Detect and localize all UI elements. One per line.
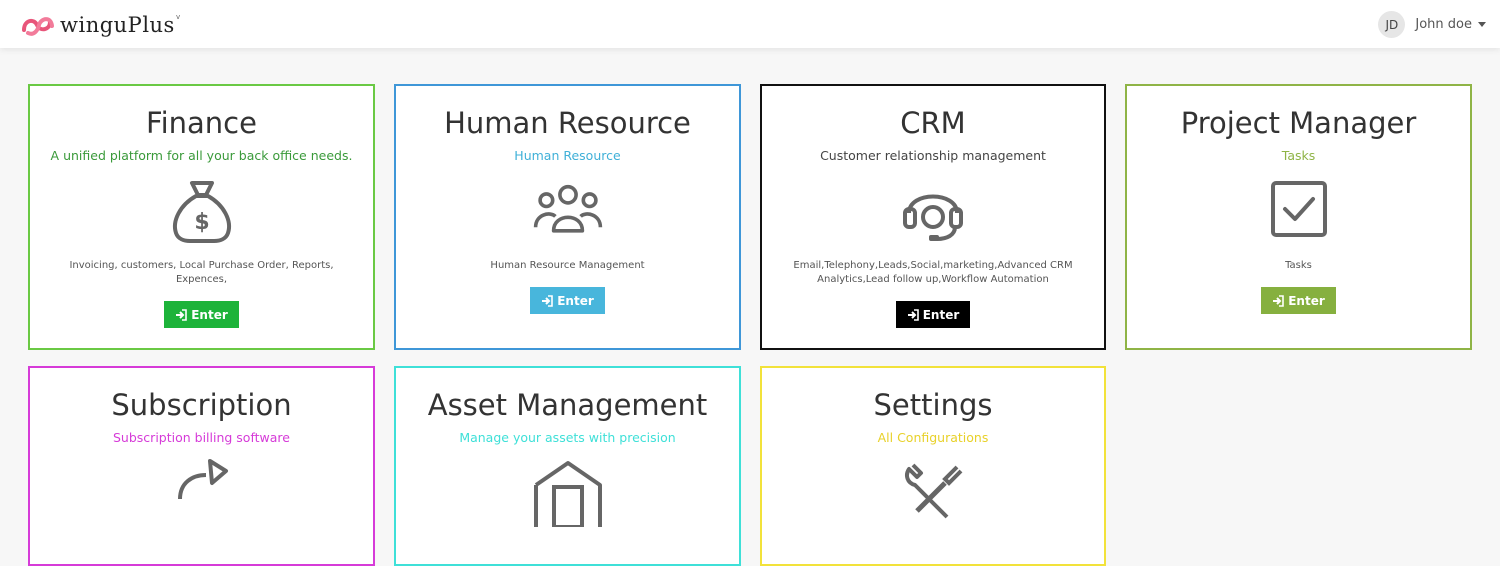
module-description: Email,Telephony,Leads,Social,marketing,A… — [793, 260, 1073, 285]
module-card-settings: Settings All Configurations — [760, 366, 1106, 566]
module-subtitle: A unified platform for all your back off… — [50, 148, 353, 163]
sign-in-icon — [542, 294, 554, 307]
top-navbar: winguPlus v JD John doe — [0, 0, 1500, 48]
module-card-crm: CRM Customer relationship management Ema… — [760, 84, 1106, 350]
headset-icon — [903, 194, 963, 241]
brand-name: winguPlus — [60, 13, 175, 37]
module-subtitle: Human Resource — [514, 148, 621, 163]
sign-in-icon — [907, 308, 919, 321]
enter-button-label: Enter — [922, 307, 960, 322]
sign-in-icon — [1273, 294, 1285, 307]
money-bag-icon: $ — [172, 181, 231, 243]
module-description: Human Resource Management — [490, 260, 645, 271]
module-title: CRM — [900, 106, 966, 140]
module-title: Human Resource — [444, 106, 691, 140]
module-title: Settings — [873, 388, 993, 422]
module-description: Tasks — [1285, 260, 1312, 271]
users-icon — [533, 184, 602, 233]
user-menu-dropdown[interactable]: JD John doe — [1378, 11, 1486, 38]
module-title: Asset Management — [427, 388, 708, 422]
wingu-logo-icon — [22, 17, 54, 36]
enter-button-label: Enter — [1288, 293, 1325, 308]
caret-down-icon — [1478, 22, 1486, 27]
enter-button-label: Enter — [191, 307, 228, 322]
user-name: John doe — [1415, 17, 1472, 32]
module-card-asset-management: Asset Management Manage your assets with… — [394, 366, 741, 566]
human-resource-enter-button[interactable]: Enter — [530, 287, 605, 314]
brand-logo-link[interactable]: winguPlus v — [20, 10, 180, 40]
module-subtitle: Subscription billing software — [113, 430, 290, 445]
module-subtitle: Customer relationship management — [820, 148, 1046, 163]
module-subtitle: Manage your assets with precision — [459, 430, 676, 445]
avatar: JD — [1378, 11, 1406, 38]
project-manager-enter-button[interactable]: Enter — [1261, 287, 1336, 314]
sign-in-icon — [176, 308, 188, 321]
warehouse-icon — [533, 461, 602, 529]
module-card-project-manager: Project Manager Tasks Tasks Enter — [1125, 84, 1472, 350]
module-title: Project Manager — [1180, 106, 1417, 140]
crm-enter-button[interactable]: Enter — [895, 301, 971, 328]
module-title: Subscription — [111, 388, 292, 422]
svg-text:$: $ — [194, 210, 209, 235]
module-description: Invoicing, customers, Local Purchase Ord… — [69, 260, 334, 285]
brand-version: v — [176, 13, 181, 21]
module-card-finance: Finance A unified platform for all your … — [28, 84, 375, 350]
module-card-human-resource: Human Resource Human Resource Human Reso… — [394, 84, 741, 350]
refresh-icon — [177, 459, 228, 500]
module-title: Finance — [146, 106, 257, 140]
module-subtitle: Tasks — [1281, 148, 1316, 163]
module-subtitle: All Configurations — [877, 430, 989, 445]
tools-icon — [905, 463, 963, 519]
checkbox-icon — [1270, 181, 1327, 237]
module-card-subscription: Subscription Subscription billing softwa… — [28, 366, 375, 566]
enter-button-label: Enter — [557, 293, 594, 308]
finance-enter-button[interactable]: Enter — [164, 301, 239, 328]
